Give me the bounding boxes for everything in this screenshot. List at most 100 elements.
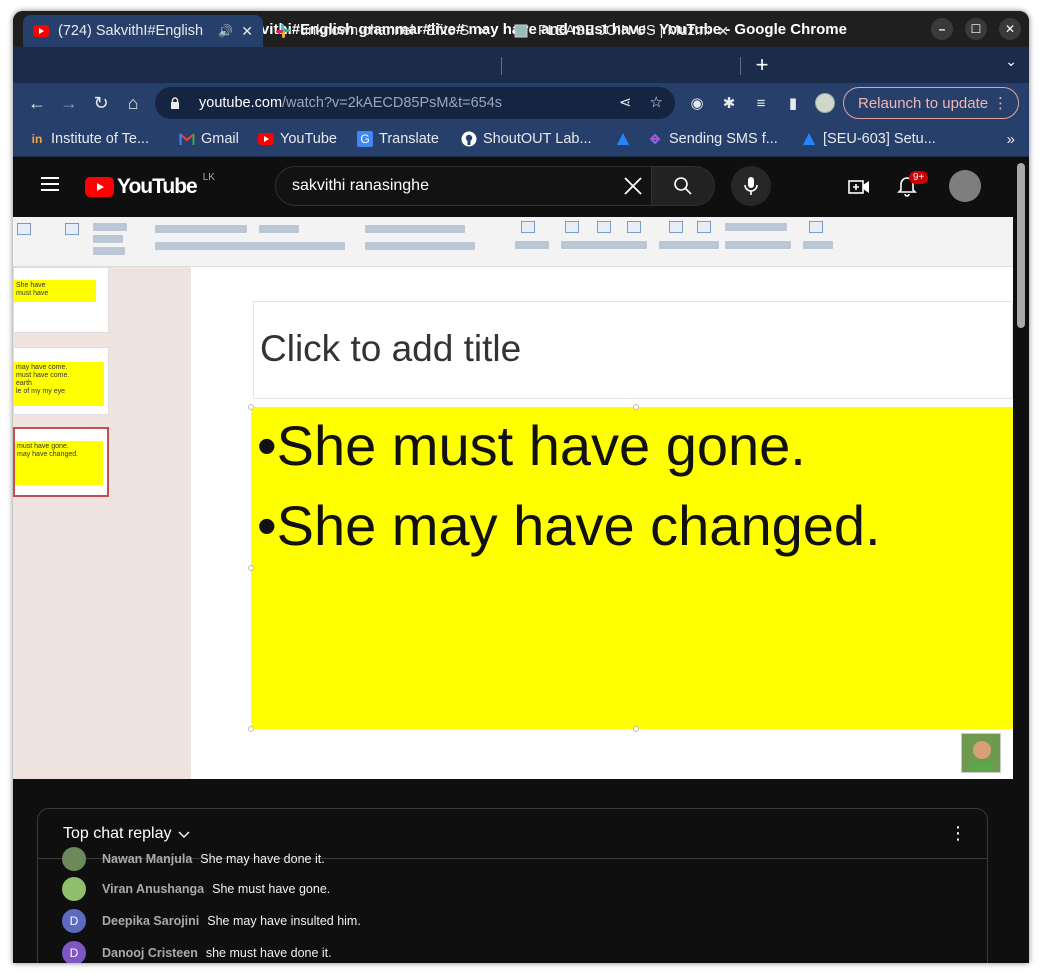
resize-handle bbox=[248, 726, 254, 732]
playlist-icon[interactable]: ≡ bbox=[751, 93, 771, 113]
share-icon[interactable]: ⋖ bbox=[619, 93, 632, 111]
minimize-button[interactable]: – bbox=[931, 18, 953, 40]
bookmarks-overflow-icon[interactable]: » bbox=[1007, 131, 1015, 148]
tab-title: PLEASE JOIN US | Muzmar bbox=[538, 23, 710, 39]
avatar: D bbox=[62, 941, 86, 963]
search-button[interactable] bbox=[651, 166, 715, 206]
account-avatar[interactable] bbox=[949, 170, 981, 202]
chat-text: She may have insulted him. bbox=[207, 914, 361, 928]
atlassian-icon bbox=[615, 131, 631, 147]
reload-button[interactable]: ↻ bbox=[89, 91, 113, 115]
create-video-icon[interactable] bbox=[847, 175, 871, 199]
window-controls: – ☐ ✕ bbox=[931, 18, 1021, 40]
slide-thumbnail[interactable]: She have must have bbox=[13, 267, 109, 333]
url-host: youtube.com bbox=[199, 95, 283, 111]
profile-avatar[interactable] bbox=[815, 93, 835, 113]
youtube-icon bbox=[33, 23, 49, 39]
forward-button[interactable]: → bbox=[57, 91, 81, 115]
menu-icon[interactable] bbox=[41, 177, 59, 191]
clear-search-icon[interactable] bbox=[622, 175, 644, 197]
bookmark-atlassian[interactable] bbox=[615, 131, 637, 147]
scrollbar-thumb[interactable] bbox=[1017, 163, 1025, 328]
close-tab-button[interactable]: ✕ bbox=[717, 23, 729, 40]
bookmark-label: ShoutOUT Lab... bbox=[483, 131, 592, 147]
new-tab-button[interactable]: + bbox=[751, 51, 773, 79]
slide-thumbnail[interactable]: may have come. must have come. earth le … bbox=[13, 347, 109, 415]
avatar bbox=[62, 847, 86, 871]
close-tab-button[interactable]: ✕ bbox=[477, 23, 489, 40]
address-bar[interactable]: youtube.com/watch?v=2kAECD85PsM&t=654s ⋖… bbox=[155, 87, 675, 119]
youtube-header: YouTube LK sakvithi ranasinghe 9+ bbox=[13, 157, 1013, 217]
chat-message: Viran Anushanga She must have gone. bbox=[62, 877, 330, 901]
more-menu-icon[interactable]: ⋮ bbox=[993, 94, 1008, 112]
close-tab-button[interactable]: ✕ bbox=[241, 23, 253, 40]
page-icon bbox=[513, 23, 529, 39]
bookmark-seu-603[interactable]: [SEU-603] Setu... bbox=[801, 131, 936, 147]
bookmark-sending-sms[interactable]: Sending SMS f... bbox=[647, 131, 778, 147]
microphone-icon bbox=[744, 177, 758, 195]
url-path: /watch?v=2kAECD85PsM&t=654s bbox=[282, 95, 503, 111]
tab-title: unknown-channel - Efito S bbox=[300, 23, 470, 39]
relaunch-button[interactable]: Relaunch to update ⋮ bbox=[843, 87, 1019, 119]
notification-badge: 9+ bbox=[909, 171, 929, 184]
avatar: D bbox=[62, 909, 86, 933]
youtube-icon bbox=[258, 131, 274, 147]
bookmark-institute[interactable]: in Institute of Te... bbox=[29, 131, 149, 147]
chat-author: Nawan Manjula bbox=[102, 852, 193, 866]
bookmark-gmail[interactable]: Gmail bbox=[179, 131, 239, 147]
slide-thumbnails-pane: She have must have may have come. must h… bbox=[13, 267, 191, 779]
browser-toolbar: ← → ↻ ⌂ youtube.com/watch?v=2kAECD85PsM&… bbox=[13, 83, 1029, 123]
resize-handle bbox=[248, 565, 254, 571]
atlassian-icon bbox=[801, 131, 817, 147]
audio-icon[interactable]: 🔊 bbox=[218, 24, 233, 38]
chat-text: she must have done it. bbox=[205, 946, 332, 960]
resize-handle bbox=[248, 404, 254, 410]
bookmark-label: Translate bbox=[379, 131, 439, 147]
bullet-line: •She may have changed. bbox=[257, 494, 881, 557]
chat-message: Nawan Manjula She may have done it. bbox=[62, 847, 325, 871]
tab-youtube[interactable]: (724) SakvithI#English 🔊 ✕ bbox=[23, 15, 263, 47]
chat-more-icon[interactable]: ⋮ bbox=[949, 823, 967, 844]
media-icon[interactable]: ◉ bbox=[687, 93, 707, 113]
bookmark-star-icon[interactable]: ☆ bbox=[650, 93, 663, 111]
bookmark-youtube[interactable]: YouTube bbox=[258, 131, 337, 147]
tab-search-chevron-icon[interactable]: ⌄ bbox=[1005, 53, 1017, 70]
bookmark-label: Institute of Te... bbox=[51, 131, 150, 147]
home-button[interactable]: ⌂ bbox=[121, 91, 145, 115]
slide-thumbnail-selected[interactable]: must have gone. may have changed. bbox=[13, 427, 109, 497]
close-window-button[interactable]: ✕ bbox=[999, 18, 1021, 40]
side-panel-icon[interactable]: ▮ bbox=[783, 93, 803, 113]
tab-strip bbox=[13, 47, 1029, 83]
title-placeholder[interactable]: Click to add title bbox=[253, 301, 1013, 399]
youtube-logo[interactable]: YouTube LK bbox=[85, 171, 215, 199]
bookmark-shoutout[interactable]: ShoutOUT Lab... bbox=[461, 131, 592, 147]
live-chat-replay: Top chat replay ⋮ Nawan Manjula She may … bbox=[37, 808, 988, 963]
tab-slack[interactable]: unknown-channel - Efito S ✕ bbox=[265, 15, 499, 47]
video-player[interactable]: She have must have may have come. must h… bbox=[13, 217, 1013, 779]
chat-author: Viran Anushanga bbox=[102, 882, 205, 896]
back-button[interactable]: ← bbox=[25, 91, 49, 115]
title-placeholder-text: Click to add title bbox=[260, 328, 522, 369]
tab-muzmar[interactable]: PLEASE JOIN US | Muzmar ✕ bbox=[503, 15, 739, 47]
powerpoint-ribbon bbox=[13, 217, 1013, 267]
tab-title: (724) SakvithI#English bbox=[58, 23, 204, 39]
bookmark-translate[interactable]: G Translate bbox=[357, 131, 439, 147]
bookmark-label: YouTube bbox=[280, 131, 337, 147]
bookmark-label: Gmail bbox=[201, 131, 239, 147]
chat-author: Deepika Sarojini bbox=[102, 914, 200, 928]
github-icon bbox=[461, 131, 477, 147]
chat-text: She must have gone. bbox=[212, 882, 331, 896]
chat-message: D Deepika Sarojini She may have insulted… bbox=[62, 909, 361, 933]
bookmarks-bar: in Institute of Te... Gmail YouTube G Tr… bbox=[13, 123, 1029, 157]
extensions-icon[interactable]: ✱ bbox=[719, 93, 739, 113]
voice-search-button[interactable] bbox=[731, 166, 771, 206]
slide-canvas: Click to add title •She must have gone. … bbox=[191, 275, 1013, 779]
content-placeholder[interactable]: •She must have gone. •She may have chang… bbox=[251, 407, 1013, 729]
chevron-down-icon bbox=[178, 831, 190, 838]
country-code: LK bbox=[202, 171, 215, 183]
maximize-button[interactable]: ☐ bbox=[965, 18, 987, 40]
avatar bbox=[62, 877, 86, 901]
search-input[interactable]: sakvithi ranasinghe bbox=[275, 166, 653, 206]
link-icon bbox=[647, 131, 663, 147]
browser-window: (724) Sakvithi#English grammar#live# may… bbox=[13, 11, 1029, 963]
